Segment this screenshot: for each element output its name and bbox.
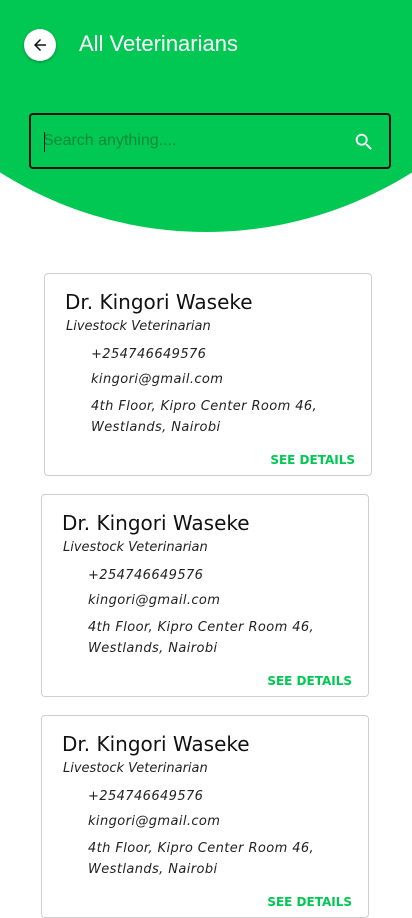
vet-address: 4th Floor, Kipro Center Room 46, Westlan… — [88, 841, 315, 877]
vet-card[interactable]: Dr. Kingori Waseke Livestock Veterinaria… — [44, 273, 372, 476]
vet-phone: +254746649576 — [88, 568, 204, 583]
vet-email: kingori@gmail.com — [91, 372, 224, 387]
vet-address: 4th Floor, Kipro Center Room 46, Westlan… — [91, 399, 318, 435]
search-icon[interactable] — [353, 131, 375, 153]
vet-email: kingori@gmail.com — [88, 593, 221, 608]
vet-role: Livestock Veterinarian — [63, 761, 208, 776]
vet-phone: +254746649576 — [91, 347, 207, 362]
search-box[interactable] — [29, 113, 391, 169]
page-title: All Veterinarians — [79, 31, 238, 56]
vet-role: Livestock Veterinarian — [63, 540, 208, 555]
arrow-left-icon — [34, 39, 46, 51]
vet-email: kingori@gmail.com — [88, 814, 221, 829]
vet-phone: +254746649576 — [88, 789, 204, 804]
vet-role: Livestock Veterinarian — [66, 319, 211, 334]
vet-address: 4th Floor, Kipro Center Room 46, Westlan… — [88, 620, 315, 656]
see-details-button[interactable]: SEE DETAILS — [270, 453, 355, 467]
vet-card[interactable]: Dr. Kingori Waseke Livestock Veterinaria… — [41, 715, 369, 918]
text-caret — [44, 132, 45, 152]
back-button[interactable] — [24, 29, 56, 61]
vet-card[interactable]: Dr. Kingori Waseke Livestock Veterinaria… — [41, 494, 369, 697]
see-details-button[interactable]: SEE DETAILS — [267, 674, 352, 688]
see-details-button[interactable]: SEE DETAILS — [267, 895, 352, 909]
search-input[interactable] — [43, 115, 343, 167]
vet-name: Dr. Kingori Waseke — [62, 732, 250, 756]
vet-name: Dr. Kingori Waseke — [62, 511, 250, 535]
vet-name: Dr. Kingori Waseke — [65, 290, 253, 314]
